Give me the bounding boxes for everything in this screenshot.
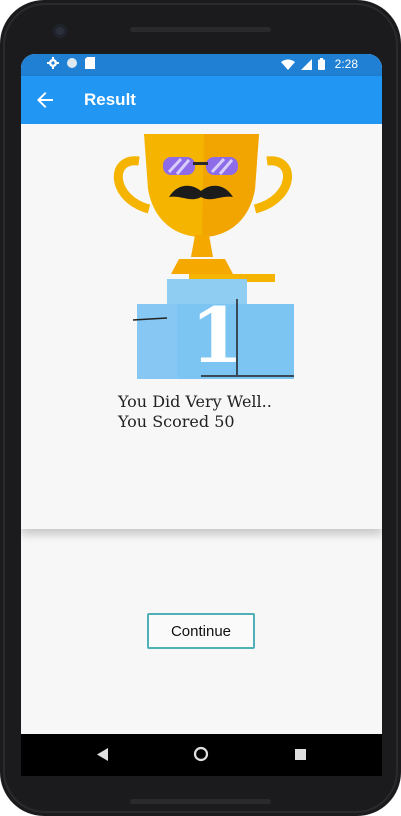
status-bar: 2:28	[21, 54, 382, 76]
continue-button[interactable]: Continue	[147, 613, 255, 649]
battery-icon	[317, 58, 325, 70]
nav-back-icon[interactable]	[97, 748, 109, 761]
signal-icon	[300, 58, 312, 70]
circle-icon	[67, 58, 77, 68]
page-title: Result	[84, 90, 136, 109]
screen: 2:28 Result 1 You Did Very Well.. You Sc…	[21, 54, 382, 776]
bottom-speaker	[130, 799, 271, 804]
score-line: You Scored 50	[118, 412, 235, 431]
sd-card-icon	[85, 57, 95, 69]
top-speaker	[130, 27, 271, 32]
front-camera	[53, 24, 67, 38]
podium-rank-number: 1	[191, 291, 244, 380]
navigation-bar	[21, 734, 382, 776]
nav-home-icon[interactable]	[193, 746, 209, 762]
result-message: You Did Very Well.. You Scored 50	[118, 392, 338, 432]
trophy-podium-illustration: 1	[113, 134, 294, 380]
settings-icon	[47, 57, 59, 69]
wifi-icon	[280, 59, 295, 70]
phone-frame: 2:28 Result 1 You Did Very Well.. You Sc…	[0, 0, 401, 816]
result-card: 1 You Did Very Well.. You Scored 50	[21, 124, 382, 529]
nav-recents-icon[interactable]	[295, 749, 306, 760]
result-line-1: You Did Very Well..	[118, 392, 272, 411]
status-time: 2:28	[334, 57, 358, 71]
arrow-back-icon[interactable]	[33, 88, 57, 112]
app-bar: Result	[21, 76, 382, 124]
